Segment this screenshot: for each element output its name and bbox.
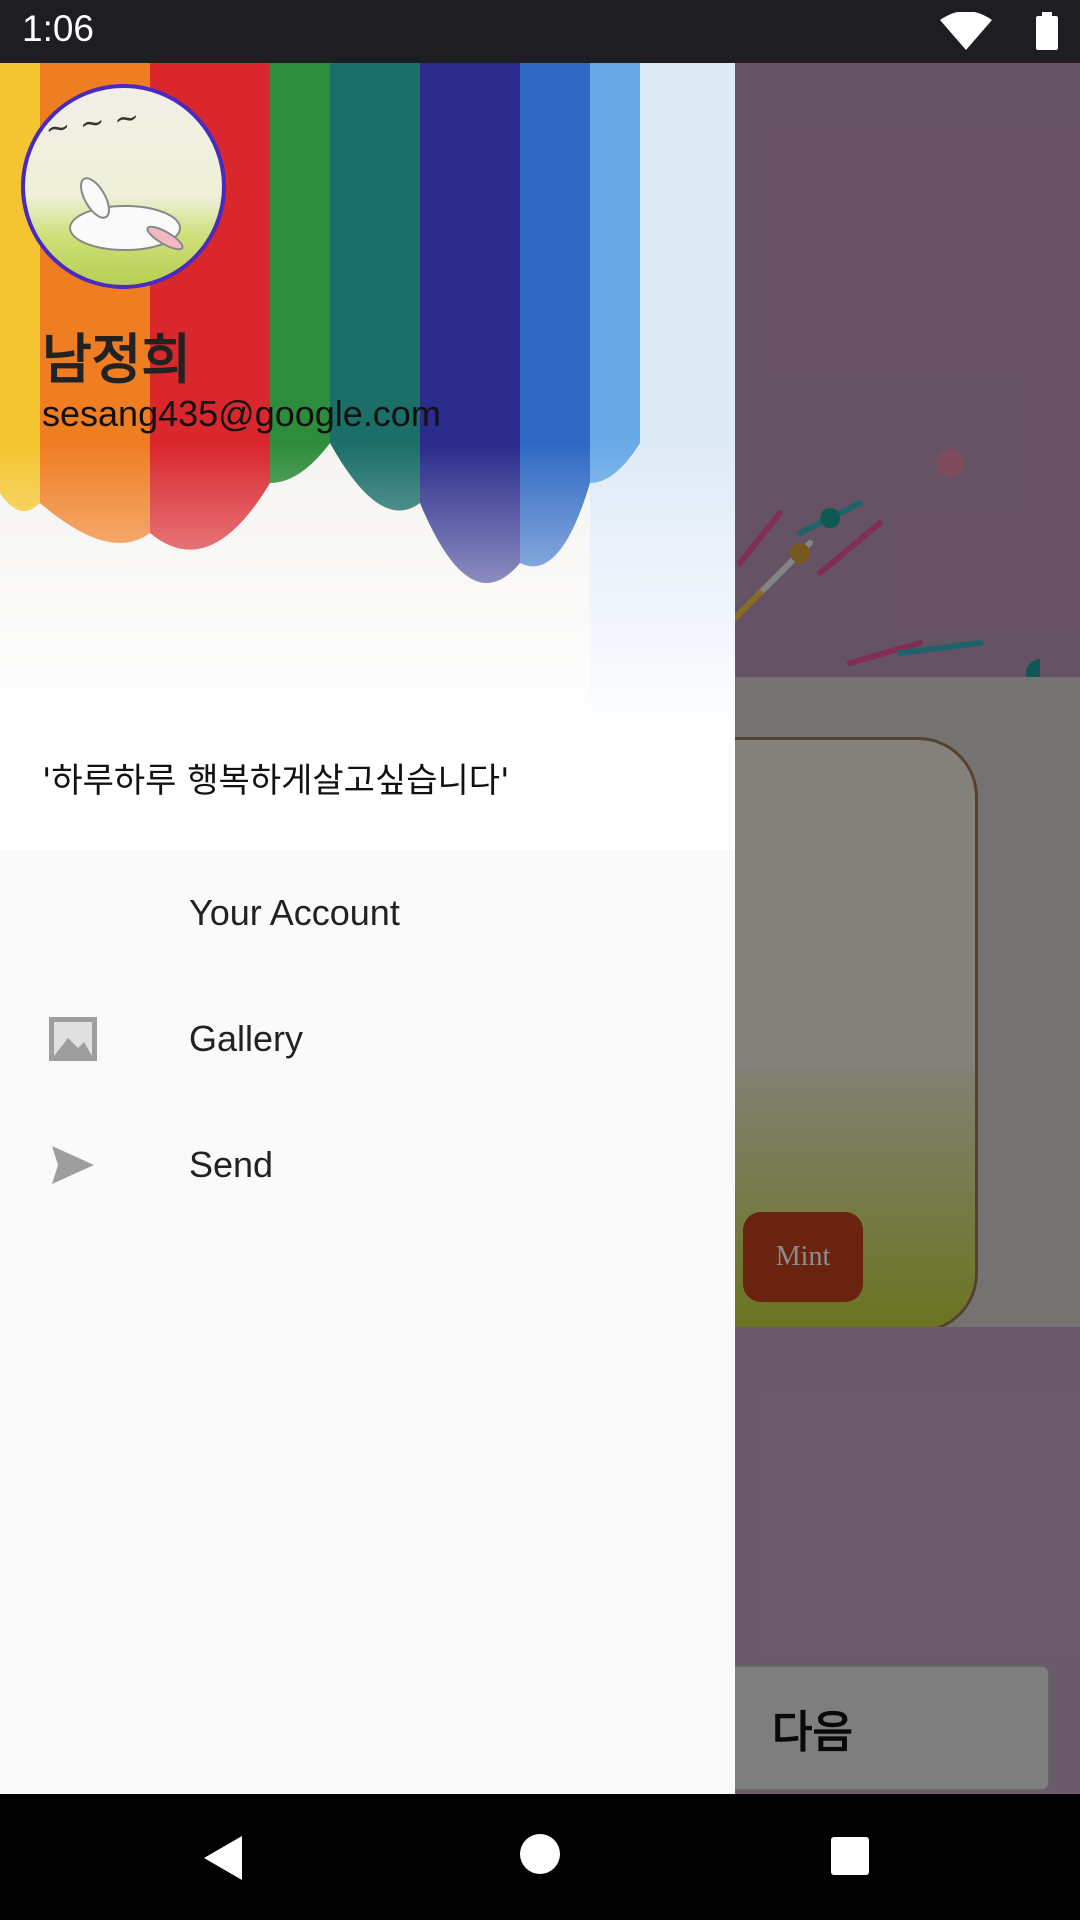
avatar[interactable]: ~ ~ ~ [21,84,226,289]
status-time: 1:06 [22,8,95,49]
image-icon [49,1017,97,1061]
battery-icon [1036,12,1058,50]
user-motto: '하루하루 행복하게살고싶습니다' [42,761,510,801]
menu-item-send[interactable]: Send [0,1102,735,1228]
navigation-drawer: ~ ~ ~ 남정희 sesang435@google.com '하루하루 행복하… [0,63,735,1794]
recents-icon[interactable] [831,1837,869,1875]
drawer-header: ~ ~ ~ 남정희 sesang435@google.com '하루하루 행복하… [0,63,735,850]
status-bar: 1:06 [0,0,1080,63]
system-nav-bar [0,1794,1080,1920]
wifi-icon [940,12,992,50]
drawer-menu: Your Account Gallery Send [0,850,735,1228]
menu-item-your-account[interactable]: Your Account [0,850,735,976]
menu-item-label: Gallery [189,1018,304,1059]
rabbit-illustration-icon [69,177,184,251]
menu-item-label: Your Account [189,892,400,933]
menu-item-label: Send [189,1144,274,1185]
user-name: 남정희 [42,328,192,391]
send-icon [52,1146,94,1184]
user-email: sesang435@google.com [42,393,441,434]
home-icon[interactable] [520,1834,560,1874]
menu-item-gallery[interactable]: Gallery [0,976,735,1102]
back-icon[interactable] [204,1836,244,1880]
